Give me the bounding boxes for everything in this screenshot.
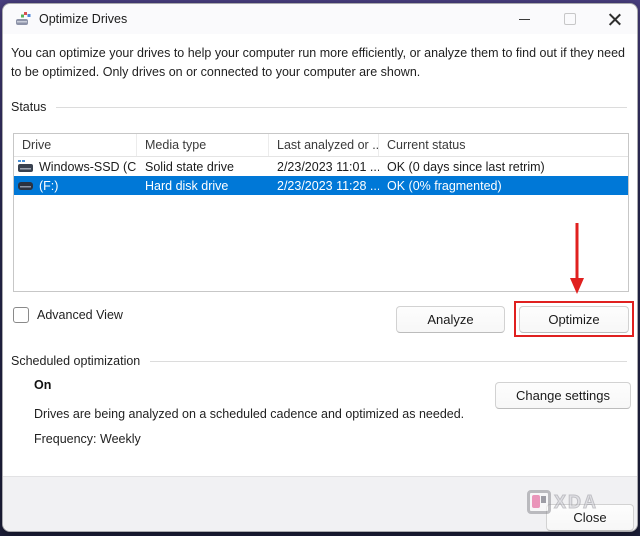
drive-name: Windows-SSD (C:): [39, 159, 137, 174]
minimize-icon: [519, 18, 530, 20]
drive-media-type: Solid state drive: [145, 159, 234, 174]
title-bar: Optimize Drives: [3, 4, 637, 34]
drive-name: (F:): [39, 178, 59, 193]
ssd-drive-icon: [18, 160, 33, 172]
scheduled-state: On: [34, 378, 52, 392]
scheduled-frequency: Frequency: Weekly: [34, 432, 141, 446]
close-window-button[interactable]: [592, 4, 637, 34]
maximize-icon: [563, 13, 576, 25]
column-header-current-status[interactable]: Current status: [379, 138, 628, 152]
scheduled-section-header: Scheduled optimization: [11, 354, 627, 368]
maximize-button: [547, 4, 592, 34]
drive-list[interactable]: Drive Media type Last analyzed or ... Cu…: [13, 133, 629, 292]
status-divider: [56, 106, 627, 108]
column-header-drive[interactable]: Drive: [14, 134, 137, 156]
status-section-header: Status: [11, 100, 627, 114]
scheduled-description: Drives are being analyzed on a scheduled…: [34, 407, 465, 421]
optimize-drives-dialog: Optimize Drives You can optimize your dr…: [2, 3, 638, 532]
drive-current-status: OK (0% fragmented): [387, 178, 502, 193]
window-title: Optimize Drives: [39, 12, 128, 26]
column-header-media-type[interactable]: Media type: [137, 134, 269, 156]
close-icon: [609, 13, 621, 25]
advanced-view-row: Advanced View: [13, 307, 123, 323]
column-header-last-analyzed[interactable]: Last analyzed or ...: [269, 134, 379, 156]
optimize-button[interactable]: Optimize: [519, 306, 629, 333]
minimize-button[interactable]: [502, 4, 547, 34]
advanced-view-checkbox[interactable]: [13, 307, 29, 323]
hdd-drive-icon: [18, 182, 33, 190]
drive-last-analyzed: 2/23/2023 11:01 ...: [277, 159, 379, 174]
scheduled-divider: [150, 360, 627, 362]
status-label: Status: [11, 100, 47, 114]
drive-current-status: OK (0 days since last retrim): [387, 159, 545, 174]
table-row-f-drive-selected[interactable]: (F:) Hard disk drive 2/23/2023 11:28 ...…: [14, 176, 628, 195]
drive-list-header: Drive Media type Last analyzed or ... Cu…: [14, 134, 628, 157]
drive-last-analyzed: 2/23/2023 11:28 ...: [277, 178, 379, 193]
close-button[interactable]: Close: [546, 504, 634, 531]
defrag-app-icon: [16, 12, 31, 25]
advanced-view-label: Advanced View: [37, 308, 123, 322]
dialog-description: You can optimize your drives to help you…: [11, 46, 625, 79]
change-settings-button[interactable]: Change settings: [495, 382, 631, 409]
drive-media-type: Hard disk drive: [145, 178, 229, 193]
table-row-windows-ssd[interactable]: Windows-SSD (C:) Solid state drive 2/23/…: [14, 157, 628, 176]
analyze-button[interactable]: Analyze: [396, 306, 505, 333]
dialog-footer: [3, 476, 637, 531]
scheduled-optimization-label: Scheduled optimization: [11, 354, 141, 368]
